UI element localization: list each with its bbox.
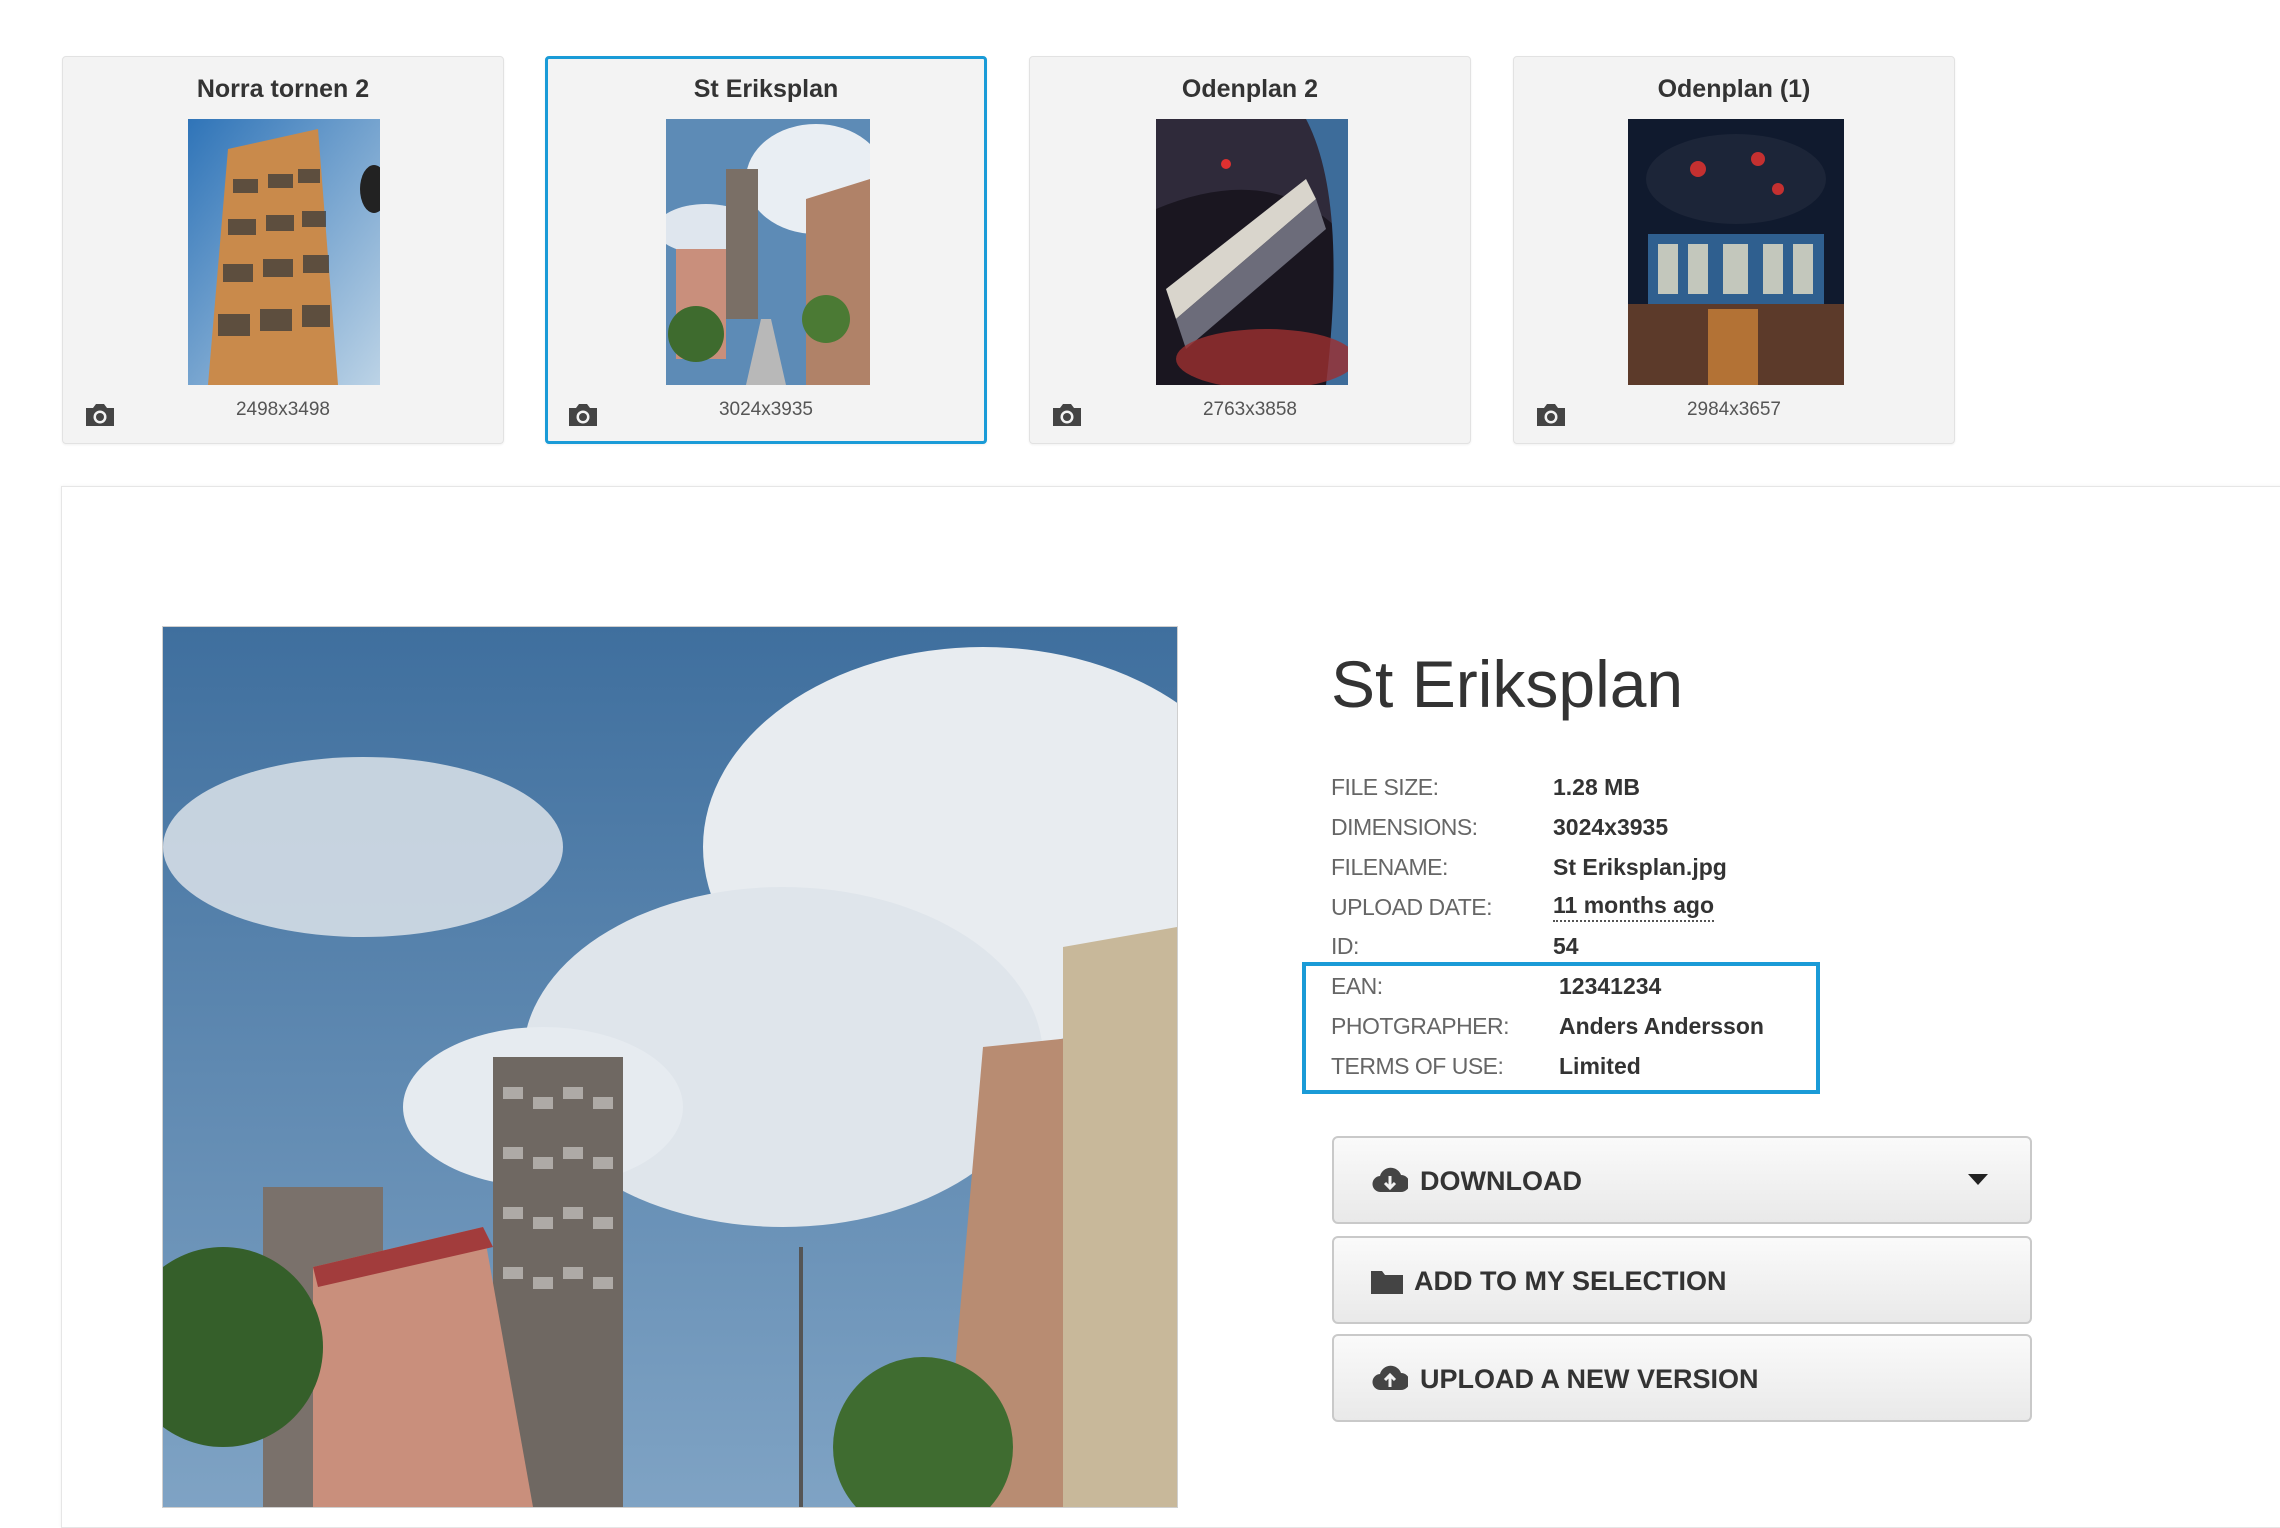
meta-label: FILE SIZE: [1331, 774, 1439, 800]
thumbnail-title: Norra tornen 2 [196, 75, 370, 103]
thumbnail-dimensions: 2984x3657 [1686, 399, 1782, 420]
thumbnail-image[interactable] [1628, 119, 1844, 385]
thumbnail-dimensions: 2763x3858 [1202, 399, 1298, 420]
add-to-selection-button[interactable]: ADD TO MY SELECTION [1332, 1236, 2032, 1324]
download-label: DOWNLOAD [1420, 1166, 1582, 1196]
meta-label: ID: [1331, 933, 1359, 959]
meta-value: St Eriksplan.jpg [1553, 854, 1727, 880]
thumbnail-title: Odenplan (1) [1657, 75, 1811, 103]
upload-new-version-button[interactable]: UPLOAD A NEW VERSION [1332, 1334, 2032, 1422]
download-button[interactable]: DOWNLOAD [1332, 1136, 2032, 1224]
meta-value: 3024x3935 [1553, 814, 1669, 840]
meta-value: Anders Andersson [1559, 1013, 1764, 1039]
meta-label: TERMS OF USE: [1331, 1053, 1504, 1079]
meta-label: DIMENSIONS: [1331, 814, 1478, 840]
cloud-upload-icon [1372, 1365, 1408, 1391]
meta-value: Limited [1559, 1053, 1641, 1079]
upload-date-value[interactable]: 11 months ago [1553, 890, 1715, 922]
thumbnail-card-st-eriksplan[interactable]: St Eriksplan 3024x3935 [545, 56, 987, 444]
thumbnail-card-norra-tornen-2[interactable]: Norra tornen 2 2498x3498 [62, 56, 504, 444]
meta-value: 54 [1553, 933, 1579, 959]
add-to-selection-label: ADD TO MY SELECTION [1414, 1266, 1727, 1296]
asset-preview-image[interactable] [162, 626, 1178, 1508]
meta-value: 1.28 MB [1553, 774, 1640, 800]
thumbnail-title: Odenplan 2 [1181, 75, 1319, 103]
meta-label: EAN: [1331, 973, 1383, 999]
meta-label: FILENAME: [1331, 854, 1448, 880]
thumbnail-card-odenplan-1[interactable]: Odenplan (1) 2984x3657 [1513, 56, 1955, 444]
thumbnail-dimensions: 2498x3498 [235, 399, 331, 420]
caret-down-icon[interactable] [1968, 1174, 1988, 1185]
upload-new-version-label: UPLOAD A NEW VERSION [1420, 1364, 1759, 1394]
meta-label: PHOTGRAPHER: [1331, 1013, 1510, 1039]
thumbnail-image[interactable] [1156, 119, 1348, 385]
meta-label: UPLOAD DATE: [1331, 894, 1493, 920]
cloud-download-icon [1372, 1167, 1408, 1193]
meta-value: 12341234 [1559, 973, 1662, 999]
thumbnail-dimensions: 3024x3935 [718, 399, 814, 420]
thumbnail-image[interactable] [188, 119, 380, 385]
thumbnail-title: St Eriksplan [693, 75, 839, 103]
folder-icon [1371, 1271, 1403, 1294]
asset-title: St Eriksplan [1331, 647, 1684, 721]
thumbnail-image[interactable] [666, 119, 870, 385]
thumbnail-card-odenplan-2[interactable]: Odenplan 2 2763x3858 [1029, 56, 1471, 444]
